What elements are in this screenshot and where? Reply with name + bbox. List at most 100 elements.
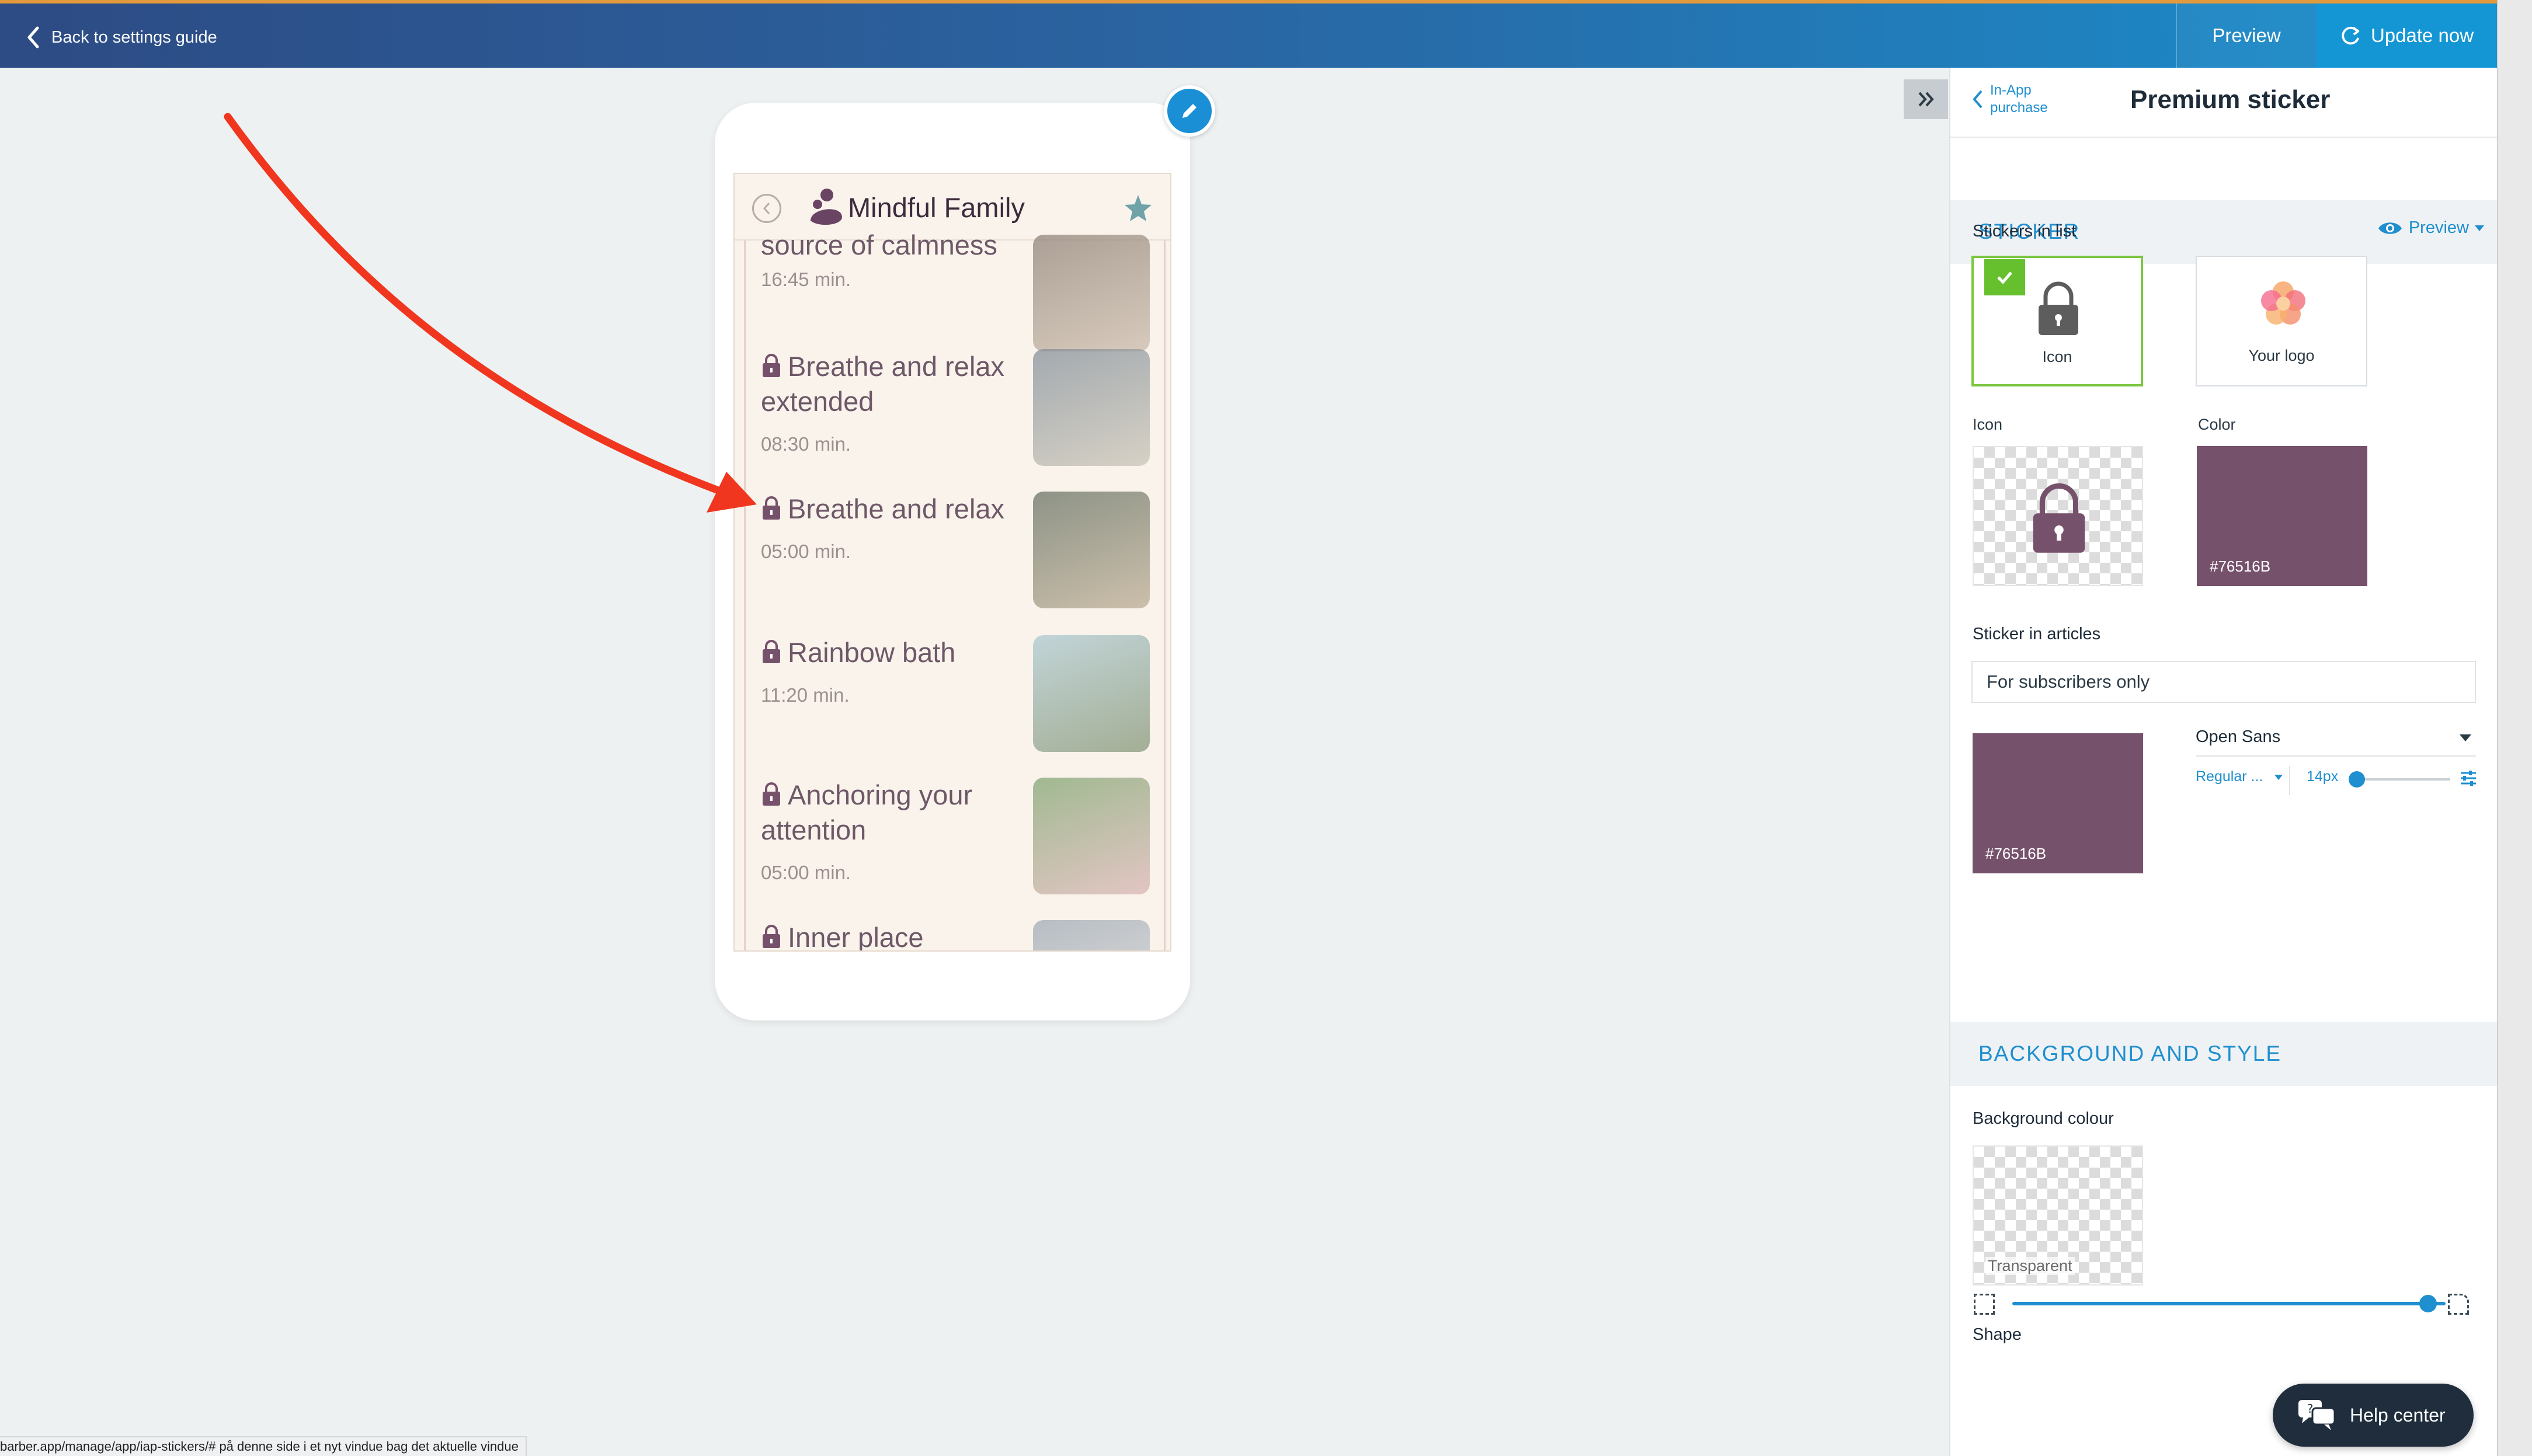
- collapse-panel-button[interactable]: [1904, 79, 1948, 119]
- back-to-settings-guide-link[interactable]: Back to settings guide: [26, 23, 217, 51]
- sticker-in-articles-select[interactable]: For subscribers only: [1971, 661, 2476, 703]
- icon-color-hex: #76516B: [2210, 558, 2271, 575]
- svg-text:?: ?: [2307, 1402, 2314, 1416]
- pencil-icon: [1182, 104, 1197, 118]
- list-item-thumbnail: [1033, 920, 1150, 950]
- rounded-shape-icon: [2448, 1294, 2469, 1315]
- font-size-slider-track[interactable]: [2352, 778, 2450, 781]
- icon-picker[interactable]: [1973, 446, 2143, 586]
- annotation-arrow: [224, 113, 757, 513]
- background-colour-swatch[interactable]: Transparent: [1973, 1145, 2143, 1286]
- chevron-left-icon: [27, 26, 39, 48]
- sticker-option-your-logo-label: Your logo: [2248, 347, 2315, 364]
- double-chevron-right-icon: [1918, 92, 1934, 107]
- sticker-option-icon-label: Icon: [2042, 348, 2072, 365]
- sticker-in-articles-label: Sticker in articles: [1973, 625, 2101, 643]
- lock-icon: [763, 354, 780, 377]
- chevron-left-icon: [1973, 90, 1983, 109]
- font-size-value: 14px: [2307, 768, 2339, 785]
- list-item-title-text: Anchoring your attention: [761, 779, 973, 845]
- list-item[interactable]: Rainbow bath 11:20 min.: [746, 635, 1164, 775]
- sticker-preview-dropdown[interactable]: Preview: [2377, 218, 2484, 238]
- background-colour-label: Background colour: [1973, 1109, 2114, 1128]
- in-app-purchase-label: In-App purchase: [1990, 82, 2048, 116]
- color-label: Color: [2198, 416, 2236, 433]
- eye-icon: [2378, 222, 2402, 234]
- panel-title: Premium sticker: [2130, 85, 2331, 114]
- list-item-title: source of calmness: [761, 228, 1030, 263]
- list-item-duration: 05:00 min.: [761, 862, 851, 883]
- stickers-in-list-label: Stickers in list: [1973, 222, 2077, 241]
- lock-icon: [2039, 281, 2078, 335]
- list-item-title-text: Rainbow bath: [788, 637, 956, 668]
- font-family-select[interactable]: Open Sans: [2196, 727, 2476, 757]
- list-item-duration: 08:30 min.: [761, 433, 851, 455]
- in-app-purchase-back-link[interactable]: In-App purchase: [1971, 82, 2060, 117]
- caret-down-icon: [2274, 774, 2283, 780]
- list-item-title: Rainbow bath: [761, 635, 1030, 670]
- refresh-icon: [2342, 26, 2360, 45]
- lock-icon: [763, 640, 780, 663]
- font-weight-value: Regular ...: [2196, 768, 2263, 785]
- window-edge: [2497, 0, 2532, 1456]
- list-item-title-text: source of calmness: [761, 229, 997, 260]
- text-color-hex: #76516B: [1985, 845, 2047, 862]
- list-item-thumbnail: [1033, 635, 1150, 752]
- sticker-option-your-logo[interactable]: Your logo: [2196, 256, 2367, 386]
- help-center-button[interactable]: ? Help center: [2273, 1384, 2474, 1447]
- update-now-button[interactable]: Update now: [2316, 4, 2497, 68]
- list-item-title: Anchoring your attention: [761, 778, 1030, 848]
- shape-slider-handle[interactable]: [2419, 1295, 2437, 1312]
- shape-slider-track[interactable]: [2012, 1302, 2446, 1305]
- back-link-label: Back to settings guide: [51, 27, 217, 47]
- chevron-left-icon: [763, 203, 770, 214]
- font-family-value: Open Sans: [2196, 727, 2281, 746]
- font-size-slider-handle[interactable]: [2349, 771, 2365, 788]
- list-item[interactable]: Inner place: [746, 920, 1164, 952]
- flower-logo-icon: [2261, 281, 2305, 325]
- content-list: source of calmness 16:45 min. Breathe and …: [744, 229, 1166, 952]
- checkmark-badge: [1984, 259, 2025, 295]
- background-section-header: BACKGROUND AND STYLE: [1950, 1022, 2497, 1086]
- list-item-thumbnail: [1033, 492, 1150, 608]
- list-item-title-text: Breathe and relax: [788, 493, 1005, 524]
- chat-bubbles-icon: ?: [2298, 1400, 2336, 1430]
- family-logo-icon: [811, 189, 842, 225]
- caret-down-icon: [2475, 225, 2484, 231]
- list-item[interactable]: Anchoring your attention 05:00 min.: [746, 778, 1164, 918]
- icon-color-swatch[interactable]: #76516B: [2197, 446, 2367, 586]
- check-icon: [1997, 271, 2012, 284]
- list-item-thumbnail: [1033, 349, 1150, 466]
- app-title: Mindful Family: [848, 192, 1025, 223]
- lock-icon: [763, 925, 780, 948]
- star-icon[interactable]: [1122, 193, 1154, 224]
- preview-button[interactable]: Preview: [2176, 4, 2316, 68]
- sticker-preview-label: Preview: [2408, 218, 2469, 237]
- text-color-swatch[interactable]: #76516B: [1973, 733, 2143, 873]
- sticker-option-icon[interactable]: Icon: [1971, 256, 2143, 386]
- caret-down-icon: [2460, 734, 2471, 741]
- list-item[interactable]: Breathe and relax 05:00 min.: [746, 492, 1164, 632]
- status-bar-url: barber.app/manage/app/iap-stickers/# på …: [0, 1436, 527, 1456]
- list-item-title-text: Inner place: [788, 922, 924, 952]
- panel-header: In-App purchase Premium sticker: [1950, 68, 2497, 138]
- list-item[interactable]: Breathe and relax extended 08:30 min.: [746, 349, 1164, 489]
- sliders-icon[interactable]: [2458, 768, 2478, 788]
- font-weight-select[interactable]: Regular ...: [2196, 768, 2284, 785]
- shape-label: Shape: [1973, 1325, 2022, 1344]
- list-item-duration: 16:45 min.: [761, 269, 851, 290]
- edit-button[interactable]: [1164, 85, 1215, 137]
- lock-icon: [763, 496, 780, 520]
- list-item-thumbnail: [1033, 235, 1150, 351]
- top-bar: Back to settings guide Preview Update no…: [0, 0, 2497, 68]
- square-shape-icon: [1974, 1294, 1995, 1315]
- app-screen: Mindful Family source of calmness 16:45 m…: [733, 173, 1171, 952]
- divider: [2289, 766, 2290, 795]
- background-colour-value: Transparent: [1985, 1257, 2075, 1275]
- icon-label: Icon: [1973, 416, 2003, 433]
- list-item-title: Breathe and relax extended: [761, 349, 1030, 419]
- lock-icon: [2033, 483, 2085, 553]
- lock-icon: [763, 782, 780, 806]
- help-center-label: Help center: [2350, 1404, 2446, 1426]
- app-back-button[interactable]: [752, 194, 781, 223]
